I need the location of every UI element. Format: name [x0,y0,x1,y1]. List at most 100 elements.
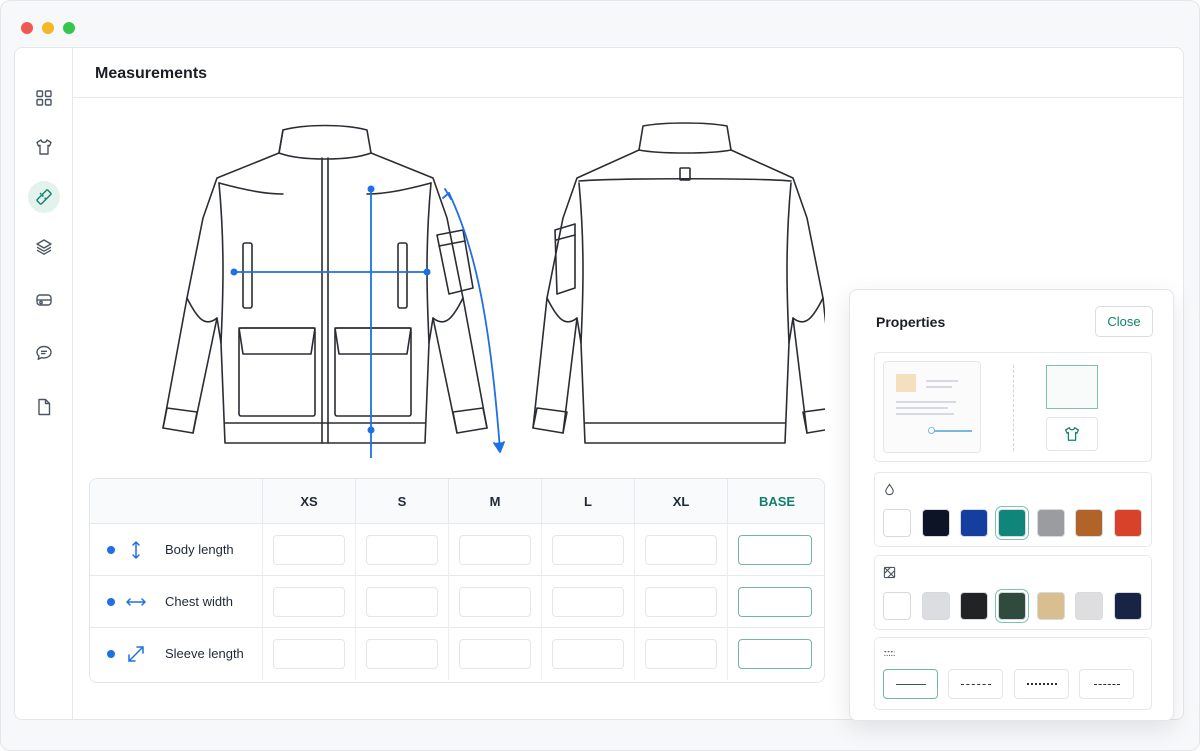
texture-swatch-dark-green[interactable] [996,590,1028,622]
sidebar-item-garment[interactable] [28,131,60,163]
sidebar-item-documents[interactable] [28,391,60,423]
color-swatch-white[interactable] [883,509,911,537]
properties-title: Properties [876,314,946,330]
cell [355,628,448,680]
texture-swatch-light-gray[interactable] [922,592,950,620]
text-line [896,413,954,415]
garment-option-button[interactable] [1046,417,1098,451]
cell [634,576,727,628]
sidebar-item-overview[interactable] [28,82,60,114]
color-swatch-navy-black[interactable] [922,509,950,537]
cell [727,576,824,628]
chest-width-s-input[interactable] [366,587,438,617]
cell [727,524,824,576]
color-swatch-gray[interactable] [1037,509,1065,537]
close-button[interactable]: Close [1095,306,1153,337]
column-header-xs: XS [262,479,355,524]
sleeve-length-xl-input[interactable] [645,639,717,669]
droplet-icon [885,483,894,496]
cell [448,628,541,680]
chest-width-xs-input[interactable] [273,587,345,617]
chest-width-xl-input[interactable] [645,587,717,617]
cell [448,576,541,628]
cell [541,524,634,576]
color-swatch-blue[interactable] [960,509,988,537]
text-line [926,380,958,382]
cell [262,628,355,680]
line-style-solid[interactable] [883,669,938,699]
tshirt-icon [1065,427,1079,441]
cell [448,524,541,576]
line-style-dash-dot[interactable] [1079,669,1134,699]
sidebar [15,48,73,719]
row-label: Body length [165,542,234,557]
text-line [926,386,952,388]
text-line [896,407,948,409]
color-section [874,472,1152,547]
texture-swatch-tan[interactable] [1037,592,1065,620]
diagonal-arrow-icon [128,646,144,662]
texture-swatch-navy[interactable] [1114,592,1142,620]
sidebar-item-comments[interactable] [28,337,60,369]
table-row: Body length [90,524,824,576]
sleeve-length-m-input[interactable] [459,639,531,669]
sidebar-item-measurements[interactable] [28,181,60,213]
texture-swatch-black[interactable] [960,592,988,620]
cell [634,524,727,576]
color-swatch-teal[interactable] [996,507,1028,539]
cell [355,524,448,576]
maximize-window-button[interactable] [63,22,75,34]
chest-width-base-input[interactable] [738,587,812,617]
color-swatch-red[interactable] [1114,509,1142,537]
cell [355,576,448,628]
line-style-dotted[interactable] [1014,669,1069,699]
color-swatch-brown[interactable] [1075,509,1103,537]
slider-handle[interactable] [928,427,935,434]
body-length-xs-input[interactable] [273,535,345,565]
sleeve-length-base-input[interactable] [738,639,812,669]
chest-width-l-input[interactable] [552,587,624,617]
body-length-xl-input[interactable] [645,535,717,565]
page-header: Measurements [73,48,1183,98]
cell [541,628,634,680]
comment-icon [36,345,52,360]
layout-preview-card[interactable] [883,361,981,453]
grid-icon [36,90,52,106]
line-style-section [874,637,1152,710]
sleeve-length-l-input[interactable] [552,639,624,669]
sleeve-length-xs-input[interactable] [273,639,345,669]
sidebar-item-layers[interactable] [28,231,60,263]
measurement-overlays [230,185,505,458]
table-row: Sleeve length [90,628,824,680]
close-window-button[interactable] [21,22,33,34]
body-length-s-input[interactable] [366,535,438,565]
fabric-roll-icon [36,294,52,306]
texture-icon [883,566,896,579]
texture-swatch-white[interactable] [883,592,911,620]
texture-swatch-heather[interactable] [1075,592,1103,620]
layout-section [874,352,1152,462]
column-header-s: S [355,479,448,524]
body-length-m-input[interactable] [459,535,531,565]
chest-width-m-input[interactable] [459,587,531,617]
jacket-front-view [162,124,488,444]
measurement-table: XS S M L XL BASE Body length Chest width… [89,478,825,683]
column-header-base: BASE [727,479,824,524]
cell [727,628,824,680]
sidebar-item-materials[interactable] [28,284,60,316]
properties-panel: Properties Close [849,289,1174,721]
layout-frame-option[interactable] [1046,365,1098,409]
image-placeholder [896,374,916,392]
table-row: Chest width [90,576,824,628]
slider-track[interactable] [932,430,972,432]
minimize-window-button[interactable] [42,22,54,34]
text-line [896,401,956,403]
table-header: XS S M L XL BASE [90,479,824,524]
row-label: Sleeve length [165,646,244,661]
body-length-base-input[interactable] [738,535,812,565]
sleeve-length-s-input[interactable] [366,639,438,669]
body-length-l-input[interactable] [552,535,624,565]
line-style-dashed[interactable] [948,669,1003,699]
row-label: Chest width [165,594,233,609]
line-style-icon [884,651,895,656]
